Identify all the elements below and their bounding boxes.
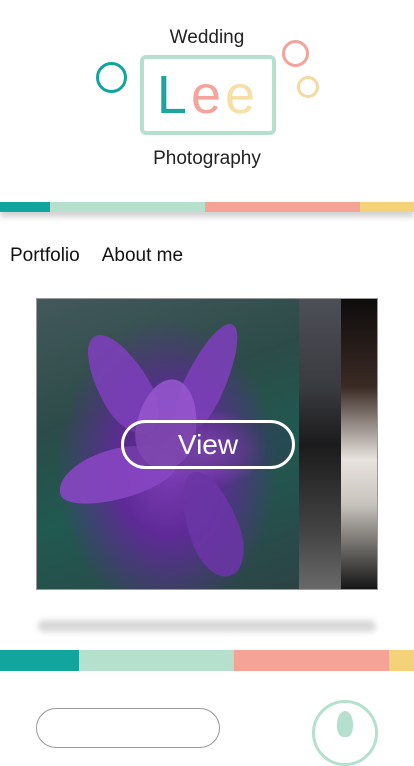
gallery-shadow (38, 620, 376, 632)
logo-letter: e (190, 65, 226, 125)
logo-photography-text: Photography (153, 148, 261, 169)
color-stripe-divider (0, 650, 414, 671)
gallery-photo-car (299, 299, 341, 589)
footer-round-icon[interactable] (312, 700, 378, 766)
logo-letter: L (156, 65, 191, 125)
gallery-photo-portrait (341, 299, 377, 589)
decorative-circle-icon (297, 76, 319, 98)
footer-pill-button[interactable] (36, 708, 220, 748)
logo[interactable]: L e e (140, 55, 276, 135)
nav-item-portfolio[interactable]: Portfolio (10, 245, 80, 267)
logo-wedding-text: Wedding (169, 27, 245, 48)
color-stripe-divider (0, 202, 414, 212)
view-button[interactable]: View (121, 420, 295, 469)
site-header: Wedding L e e Photography (0, 0, 414, 202)
photo-gallery-carousel[interactable]: View (36, 298, 378, 590)
logo-letter: e (225, 65, 260, 125)
main-nav: Portfolio About me (10, 245, 183, 267)
decorative-circle-icon (96, 62, 127, 93)
decorative-circle-icon (282, 40, 309, 67)
nav-item-about-me[interactable]: About me (102, 245, 183, 267)
